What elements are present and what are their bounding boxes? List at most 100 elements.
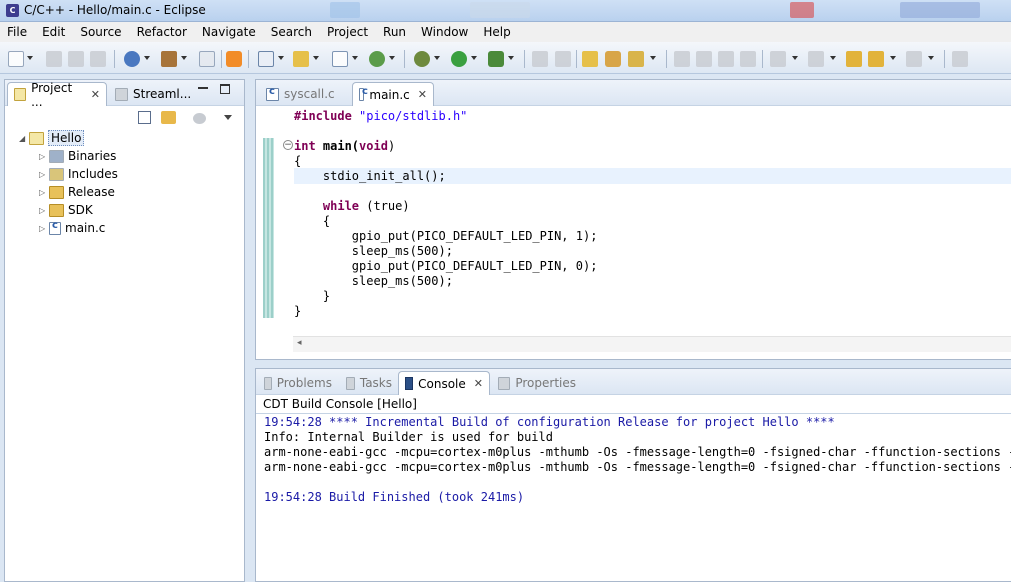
next-annotation-dropdown-icon[interactable] [792, 56, 798, 60]
tab-main-c[interactable]: main.c ✕ [352, 82, 434, 106]
new-folder-dropdown-icon[interactable] [313, 56, 319, 60]
code-line-gpio-put-1[interactable]: gpio_put(PICO_DEFAULT_LED_PIN, 1); [294, 229, 598, 244]
menu-window[interactable]: Window [414, 22, 476, 42]
tab-properties[interactable]: Properties [492, 371, 582, 395]
next-annotation-icon[interactable] [770, 51, 786, 67]
code-line-sleep-2[interactable]: sleep_ms(500); [294, 274, 453, 289]
code-line-sleep-1[interactable]: sleep_ms(500); [294, 244, 453, 259]
code-line-open-brace[interactable]: { [294, 154, 301, 169]
rss-icon[interactable] [226, 51, 242, 67]
new-folder-icon[interactable] [293, 51, 309, 67]
code-line-include[interactable]: #include "pico/stdlib.h" [294, 109, 467, 124]
scroll-left-arrow-icon[interactable]: ◂ [297, 338, 302, 348]
collapsed-arrow-icon[interactable]: ▷ [39, 224, 49, 233]
search-flashlight-icon[interactable] [628, 51, 644, 67]
menu-run[interactable]: Run [376, 22, 414, 42]
filter-icon[interactable] [193, 113, 206, 124]
debug-dropdown-icon[interactable] [434, 56, 440, 60]
pin-editor-icon[interactable] [952, 51, 968, 67]
tab-tasks[interactable]: Tasks [340, 371, 398, 395]
external-tools-dropdown-icon[interactable] [508, 56, 514, 60]
menu-project[interactable]: Project [320, 22, 376, 42]
collapsed-arrow-icon[interactable]: ▷ [39, 206, 49, 215]
binary-icon[interactable] [199, 51, 215, 67]
menu-search[interactable]: Search [264, 22, 320, 42]
collapse-all-icon[interactable] [138, 111, 151, 124]
tab-console[interactable]: Console ✕ [398, 371, 490, 395]
last-edit-icon[interactable] [846, 51, 862, 67]
tab-project-explorer[interactable]: Project ... ✕ [7, 81, 107, 109]
open-folder-icon[interactable] [582, 51, 598, 67]
tree-item-main-c[interactable]: ▷ main.c [39, 219, 105, 237]
build-dropdown-icon[interactable] [181, 56, 187, 60]
toolbar-separator [221, 50, 222, 68]
new-dropdown-icon[interactable] [27, 56, 33, 60]
tree-item-hello[interactable]: ◢ Hello [19, 129, 85, 147]
code-line-stdio-init[interactable]: stdio_init_all(); [294, 169, 446, 184]
code-line-gpio-put-0[interactable]: gpio_put(PICO_DEFAULT_LED_PIN, 0); [294, 259, 598, 274]
new-class-dropdown-icon[interactable] [389, 56, 395, 60]
menu-edit[interactable]: Edit [35, 22, 73, 42]
forward-dropdown-icon[interactable] [928, 56, 934, 60]
code-line-while-open[interactable]: { [294, 214, 330, 229]
external-tools-icon[interactable] [488, 51, 504, 67]
new-source-file-icon[interactable] [332, 51, 348, 67]
collapsed-arrow-icon[interactable]: ▷ [39, 170, 49, 179]
fold-collapse-icon[interactable]: − [283, 140, 293, 150]
search-dropdown-icon[interactable] [650, 56, 656, 60]
editor-horizontal-scrollbar[interactable]: ◂ [293, 336, 1011, 352]
new-c-project-icon[interactable] [258, 51, 274, 67]
prev-annotation-dropdown-icon[interactable] [830, 56, 836, 60]
skip-breakpoints-icon[interactable] [532, 51, 548, 67]
menu-navigate[interactable]: Navigate [195, 22, 264, 42]
menu-source[interactable]: Source [73, 22, 129, 42]
back-dropdown-icon[interactable] [890, 56, 896, 60]
open-type-icon[interactable] [605, 51, 621, 67]
tree-item-binaries[interactable]: ▷ Binaries [39, 147, 116, 165]
link-with-editor-icon[interactable] [161, 111, 176, 124]
save-all-icon[interactable] [68, 51, 84, 67]
new-source-dropdown-icon[interactable] [352, 56, 358, 60]
tree-item-release[interactable]: ▷ Release [39, 183, 115, 201]
new-c-project-dropdown-icon[interactable] [278, 56, 284, 60]
toggle-annotation-icon[interactable] [696, 51, 712, 67]
minimize-icon[interactable] [198, 87, 208, 89]
build-hammer-icon[interactable] [161, 51, 177, 67]
tree-item-sdk[interactable]: ▷ SDK [39, 201, 93, 219]
code-line-while[interactable]: while (true) [294, 199, 410, 214]
forward-arrow-icon[interactable] [906, 51, 922, 67]
run-icon[interactable] [451, 51, 467, 67]
settings-gear-icon[interactable] [124, 51, 140, 67]
close-icon[interactable]: ✕ [474, 377, 483, 390]
tab-streamline[interactable]: Streaml... [109, 82, 199, 106]
menu-file[interactable]: File [0, 22, 35, 42]
remove-breakpoints-icon[interactable] [555, 51, 571, 67]
tree-item-includes[interactable]: ▷ Includes [39, 165, 118, 183]
prev-annotation-icon[interactable] [808, 51, 824, 67]
debug-icon[interactable] [414, 51, 430, 67]
tab-syscall-c[interactable]: syscall.c [260, 82, 348, 106]
mark-occurrences-icon[interactable] [674, 51, 690, 67]
close-icon[interactable]: ✕ [91, 88, 100, 101]
menu-help[interactable]: Help [476, 22, 518, 42]
view-menu-chevron-down-icon[interactable] [224, 115, 232, 120]
expanded-arrow-icon[interactable]: ◢ [19, 134, 29, 143]
tab-problems[interactable]: Problems [258, 371, 338, 395]
new-file-icon[interactable] [8, 51, 24, 67]
code-line-while-close[interactable]: } [294, 289, 330, 304]
print-icon[interactable] [90, 51, 106, 67]
save-icon[interactable] [46, 51, 62, 67]
collapsed-arrow-icon[interactable]: ▷ [39, 152, 49, 161]
menu-refactor[interactable]: Refactor [130, 22, 195, 42]
block-selection-icon[interactable] [718, 51, 734, 67]
maximize-icon[interactable] [220, 84, 230, 94]
new-class-icon[interactable] [369, 51, 385, 67]
code-line-close-brace[interactable]: } [294, 304, 301, 319]
back-arrow-icon[interactable] [868, 51, 884, 67]
close-icon[interactable]: ✕ [418, 88, 427, 101]
collapsed-arrow-icon[interactable]: ▷ [39, 188, 49, 197]
run-dropdown-icon[interactable] [471, 56, 477, 60]
code-line-main-signature[interactable]: int main(void) [294, 139, 395, 154]
show-whitespace-icon[interactable] [740, 51, 756, 67]
settings-dropdown-icon[interactable] [144, 56, 150, 60]
